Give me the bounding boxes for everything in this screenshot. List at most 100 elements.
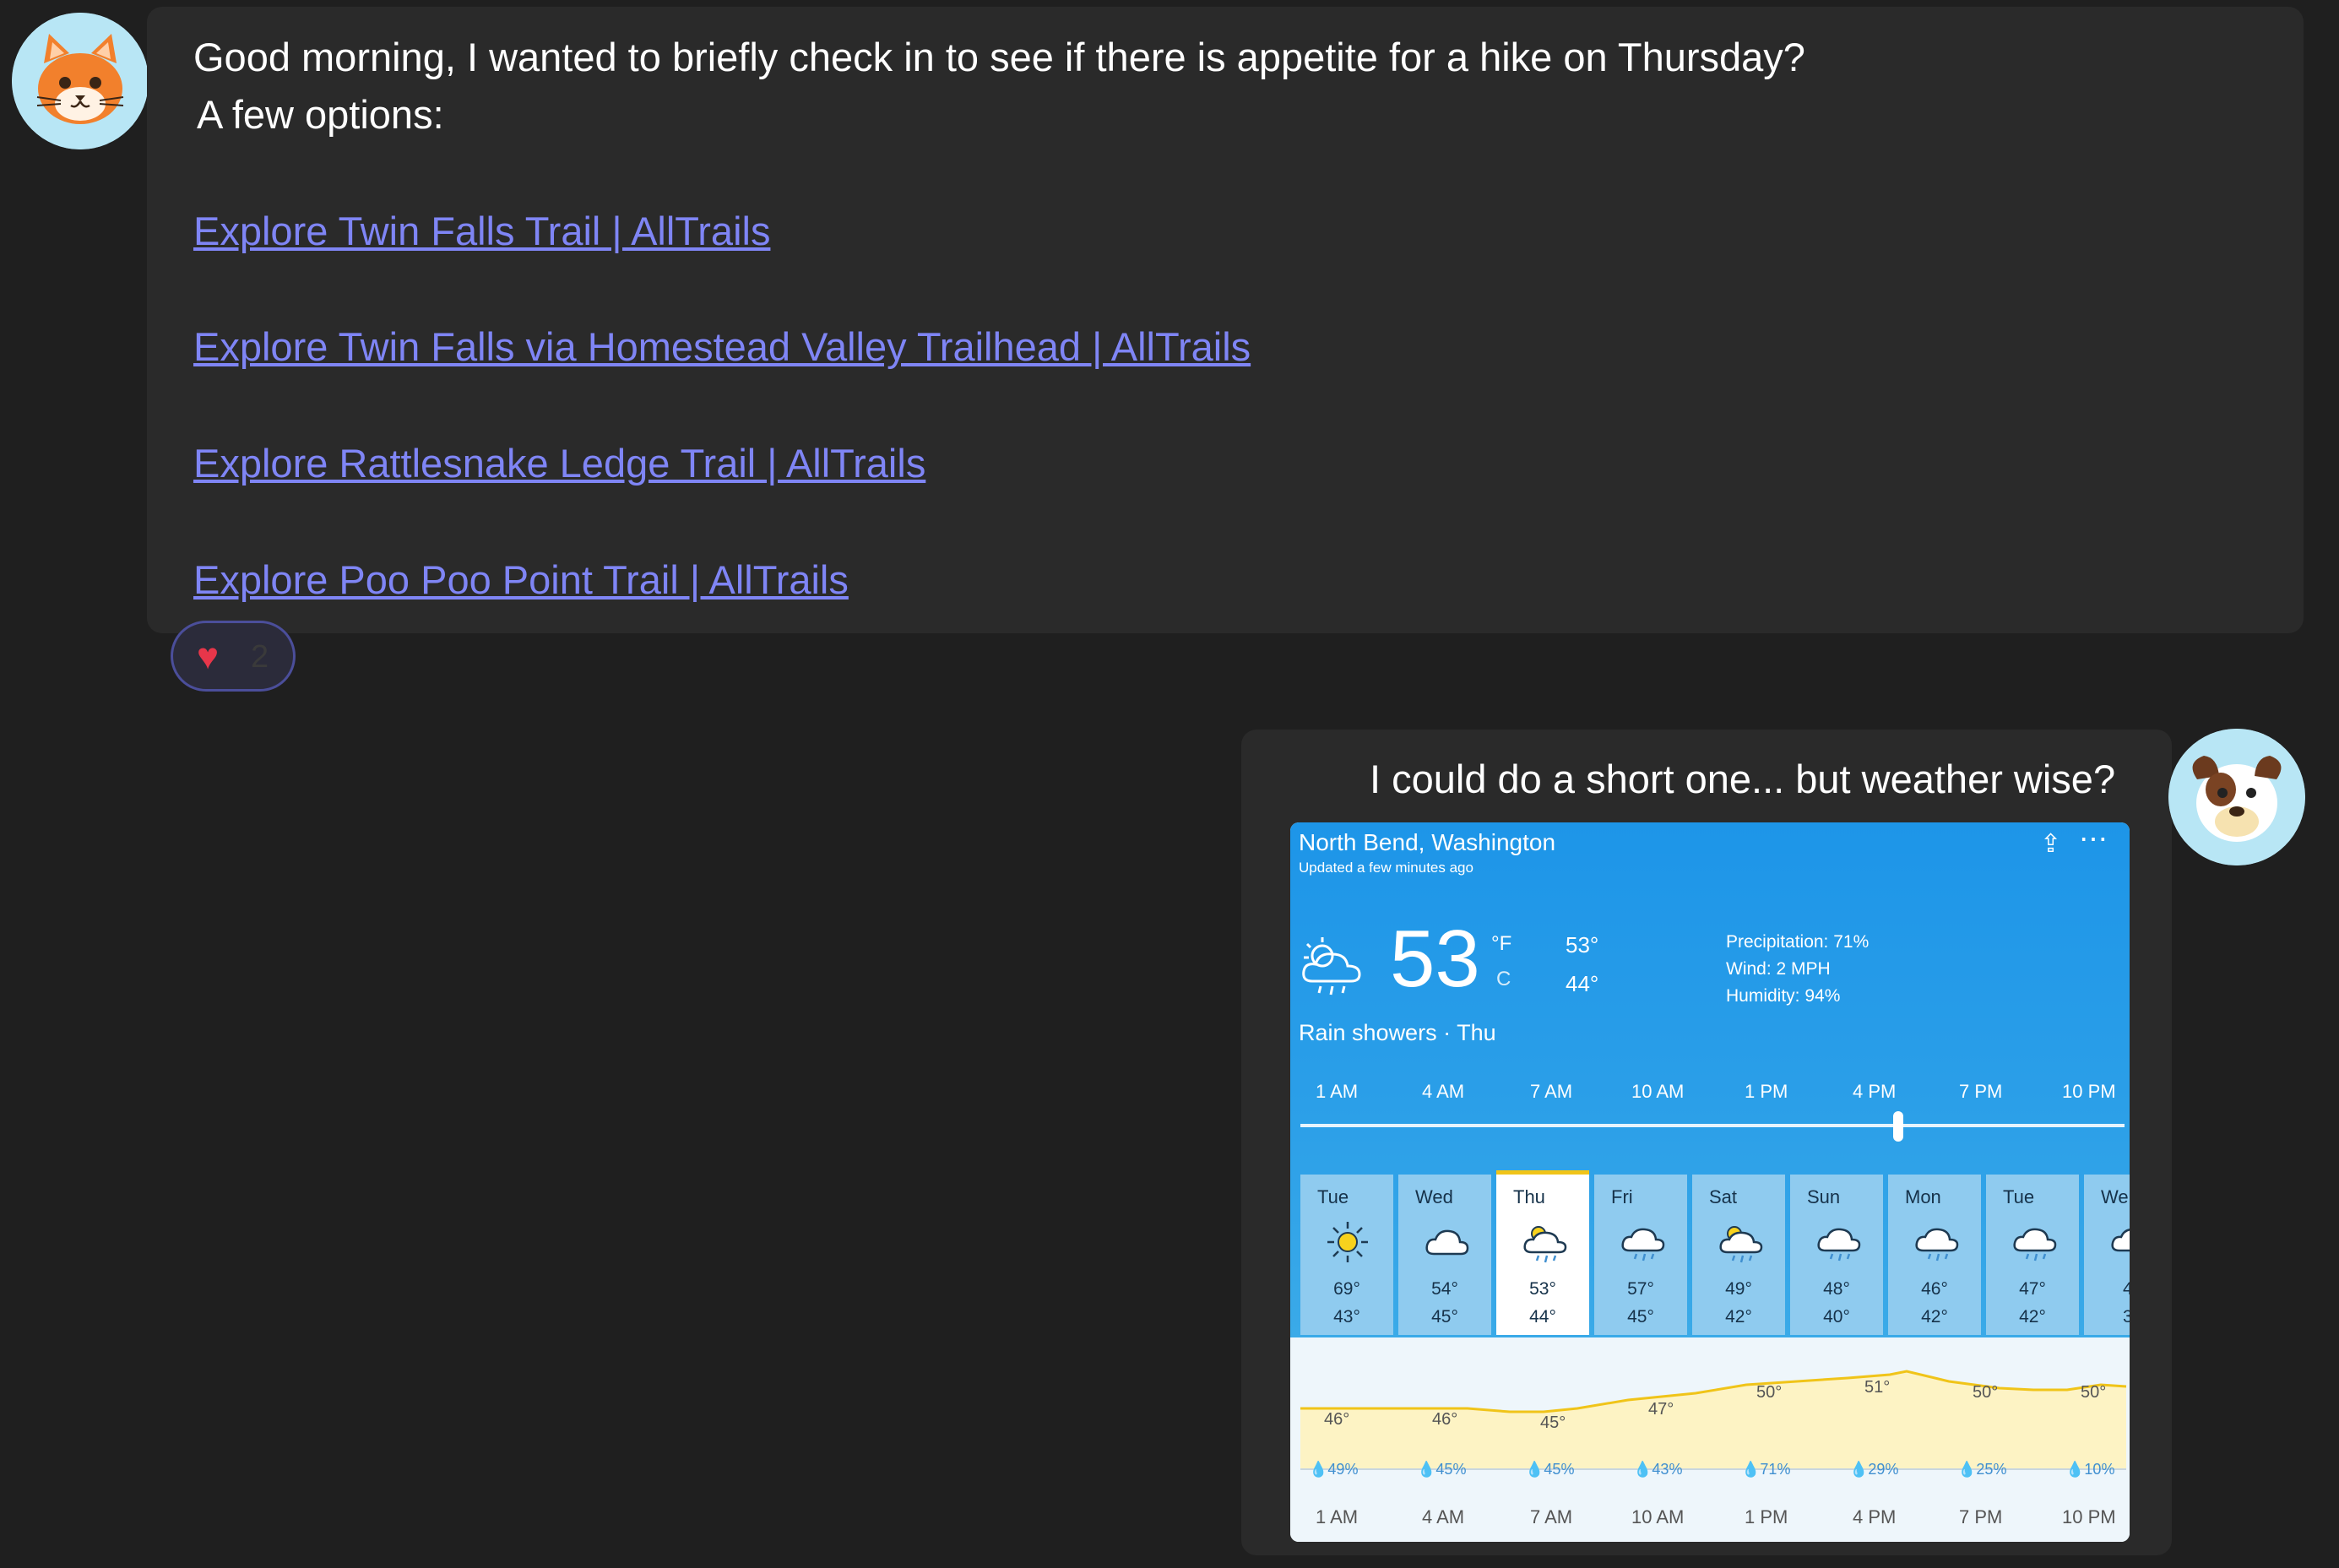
day-tile-wed[interactable]: Wed 54° 45° xyxy=(1398,1175,1491,1335)
day-tile-thu[interactable]: Thu 53° 44° xyxy=(1496,1170,1589,1335)
reaction-pill[interactable]: ♥ 2 xyxy=(171,621,296,692)
day-low: 45° xyxy=(1431,1307,1458,1327)
day-low: 42° xyxy=(1921,1307,1948,1327)
partly-cloudy-rain-icon xyxy=(1719,1226,1763,1263)
precip-value: 45% xyxy=(1435,1461,1467,1478)
link-poo-poo-point[interactable]: Explore Poo Poo Point Trail | AllTrails xyxy=(193,556,849,603)
timeline-label: 10 PM xyxy=(2062,1081,2116,1102)
today-high: 53° xyxy=(1566,932,1599,958)
timeline-label: 10 AM xyxy=(1631,1081,1685,1102)
day-tile-sat[interactable]: Sat 49° 42° xyxy=(1692,1175,1785,1335)
hourly-temp: 46° xyxy=(1432,1410,1458,1429)
precip-value: 10% xyxy=(2084,1461,2115,1478)
day-name: Sun xyxy=(1807,1186,1841,1207)
day-tile-fri[interactable]: Fri 57° 45° xyxy=(1594,1175,1687,1335)
day-low: 42° xyxy=(2019,1307,2046,1327)
rain-icon xyxy=(1915,1228,1959,1261)
day-low: 3 xyxy=(2123,1307,2130,1327)
link-twin-falls[interactable]: Explore Twin Falls Trail | AllTrails xyxy=(193,208,770,254)
day-tile-mon[interactable]: Mon 46° 42° xyxy=(1888,1175,1981,1335)
day-name: Sat xyxy=(1709,1186,1738,1207)
timeline-label: 1 AM xyxy=(1316,1081,1359,1102)
hourly-time: 4 AM xyxy=(1422,1506,1465,1527)
timeline-label: 4 PM xyxy=(1853,1081,1897,1102)
hourly-temp: 50° xyxy=(2081,1383,2107,1402)
today-low: 44° xyxy=(1566,971,1599,996)
heart-icon: ♥ xyxy=(197,636,220,677)
message-text-line2: A few options: xyxy=(197,92,444,137)
hourly-precip: 💧10% xyxy=(2065,1461,2115,1478)
avatar-cat[interactable] xyxy=(12,13,149,149)
day-tile-wed-partial[interactable]: We 4 3 xyxy=(2084,1175,2130,1335)
hourly-precip: 💧25% xyxy=(1957,1461,2007,1478)
hourly-precip: 💧71% xyxy=(1741,1461,1791,1478)
unit-celsius[interactable]: C xyxy=(1496,968,1511,991)
sun-icon xyxy=(1327,1222,1368,1262)
day-high: 4 xyxy=(2123,1279,2130,1299)
rain-icon xyxy=(1817,1228,1861,1261)
weather-updated: Updated a few minutes ago xyxy=(1299,860,1473,876)
reaction-count: 2 xyxy=(251,639,269,675)
day-low: 43° xyxy=(1333,1307,1360,1327)
hourly-time: 4 PM xyxy=(1853,1506,1897,1527)
day-high: 48° xyxy=(1823,1279,1850,1299)
hourly-time: 1 PM xyxy=(1745,1506,1788,1527)
message-text-line1: Good morning, I wanted to briefly check … xyxy=(193,35,1805,79)
hourly-time: 7 PM xyxy=(1959,1506,2003,1527)
more-options-icon[interactable]: ⋯ xyxy=(2079,822,2108,856)
wind-value: Wind: 2 MPH xyxy=(1726,959,1831,979)
weather-location: North Bend, Washington xyxy=(1299,829,1556,855)
hourly-precip: 💧45% xyxy=(1525,1461,1575,1478)
hourly-precip: 💧43% xyxy=(1633,1461,1683,1478)
day-name: We xyxy=(2101,1186,2129,1207)
timeline-slider-handle[interactable] xyxy=(1893,1111,1903,1142)
day-name: Tue xyxy=(2003,1186,2035,1207)
unit-fahrenheit[interactable]: °F xyxy=(1491,932,1511,956)
hourly-temp: 50° xyxy=(1756,1383,1783,1402)
rain-icon xyxy=(2013,1228,2057,1261)
day-high: 57° xyxy=(1627,1279,1654,1299)
hourly-temp: 50° xyxy=(1973,1383,1999,1402)
current-temp: 53 xyxy=(1390,914,1480,1004)
day-tile-tue-next[interactable]: Tue 47° 42° xyxy=(1986,1175,2079,1335)
hourly-temp: 47° xyxy=(1648,1400,1674,1419)
day-low: 45° xyxy=(1627,1307,1654,1327)
hourly-precip: 💧45% xyxy=(1417,1461,1467,1478)
precip-value: 71% xyxy=(1760,1461,1791,1478)
timeline-label: 4 AM xyxy=(1422,1081,1465,1102)
rain-icon xyxy=(2111,1229,2130,1252)
hourly-precip: 💧49% xyxy=(1309,1461,1359,1478)
weather-screenshot[interactable]: North Bend, Washington Updated a few min… xyxy=(1290,822,2130,1542)
day-tile-tue[interactable]: Tue 69° 43° xyxy=(1300,1175,1393,1335)
precip-value: 49% xyxy=(1327,1461,1359,1478)
cloud-icon xyxy=(1425,1229,1469,1256)
timeline-track[interactable] xyxy=(1300,1124,2125,1127)
day-name: Mon xyxy=(1905,1186,1941,1207)
partly-cloudy-rain-icon xyxy=(1523,1226,1567,1263)
avatar-dog[interactable] xyxy=(2168,729,2305,865)
precipitation-value: Precipitation: 71% xyxy=(1726,932,1870,952)
precip-value: 29% xyxy=(1868,1461,1899,1478)
hourly-precip: 💧29% xyxy=(1849,1461,1899,1478)
hourly-temp: 45° xyxy=(1540,1413,1566,1432)
link-twin-falls-homestead[interactable]: Explore Twin Falls via Homestead Valley … xyxy=(193,323,1251,370)
timeline-label: 1 PM xyxy=(1745,1081,1788,1102)
hourly-temperature-graph xyxy=(1290,1337,2130,1542)
link-rattlesnake-ledge[interactable]: Explore Rattlesnake Ledge Trail | AllTra… xyxy=(193,440,925,486)
message-bubble-incoming xyxy=(147,7,2304,633)
day-tile-sun[interactable]: Sun 48° 40° xyxy=(1790,1175,1883,1335)
timeline-label: 7 PM xyxy=(1959,1081,2003,1102)
hourly-temp: 51° xyxy=(1864,1378,1891,1397)
cat-icon xyxy=(12,13,149,149)
hourly-temp: 46° xyxy=(1324,1410,1350,1429)
share-icon[interactable]: ⇪ xyxy=(2040,829,2061,859)
day-name: Tue xyxy=(1317,1186,1349,1207)
hourly-time: 10 PM xyxy=(2062,1506,2116,1527)
cloud-rain-icon xyxy=(1302,937,1361,996)
day-name: Thu xyxy=(1513,1186,1545,1207)
day-low: 40° xyxy=(1823,1307,1850,1327)
hourly-time: 7 AM xyxy=(1530,1506,1573,1527)
dog-icon xyxy=(2168,729,2305,865)
message-text-outgoing: I could do a short one... but weather wi… xyxy=(1370,757,2116,801)
day-name: Fri xyxy=(1611,1186,1633,1207)
